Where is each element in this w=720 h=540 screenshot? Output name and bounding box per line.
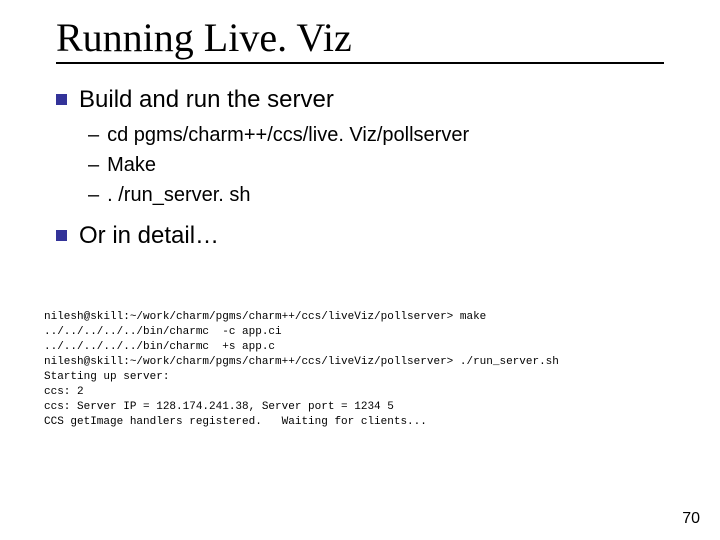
- terminal-line: CCS getImage handlers registered. Waitin…: [44, 416, 427, 428]
- dash-bullet-icon: –: [88, 152, 99, 178]
- title-underline: [56, 62, 664, 64]
- sub-bullet-text: . /run_server. sh: [107, 182, 250, 208]
- bullet-text: Build and run the server: [79, 86, 334, 114]
- bullet-item: Or in detail…: [56, 222, 676, 250]
- square-bullet-icon: [56, 230, 67, 241]
- dash-bullet-icon: –: [88, 182, 99, 208]
- terminal-output: nilesh@skill:~/work/charm/pgms/charm++/c…: [44, 310, 684, 430]
- bullet-text: Or in detail…: [79, 222, 219, 250]
- terminal-line: ../../../../../bin/charmc +s app.c: [44, 341, 275, 353]
- slide: Running Live. Viz Build and run the serv…: [0, 0, 720, 540]
- terminal-line: nilesh@skill:~/work/charm/pgms/charm++/c…: [44, 311, 486, 323]
- sub-bullet-item: – Make: [88, 152, 676, 178]
- sub-list: – cd pgms/charm++/ccs/live. Viz/pollserv…: [88, 122, 676, 208]
- terminal-line: ccs: Server IP = 128.174.241.38, Server …: [44, 401, 394, 413]
- square-bullet-icon: [56, 94, 67, 105]
- sub-bullet-text: Make: [107, 152, 156, 178]
- slide-body: Build and run the server – cd pgms/charm…: [56, 80, 676, 256]
- terminal-line: Starting up server:: [44, 371, 169, 383]
- slide-title: Running Live. Viz: [56, 14, 352, 61]
- sub-bullet-item: – cd pgms/charm++/ccs/live. Viz/pollserv…: [88, 122, 676, 148]
- page-number: 70: [682, 510, 700, 528]
- sub-bullet-text: cd pgms/charm++/ccs/live. Viz/pollserver: [107, 122, 469, 148]
- bullet-item: Build and run the server: [56, 86, 676, 114]
- terminal-line: ccs: 2: [44, 386, 84, 398]
- terminal-line: ../../../../../bin/charmc -c app.ci: [44, 326, 282, 338]
- terminal-line: nilesh@skill:~/work/charm/pgms/charm++/c…: [44, 356, 559, 368]
- sub-bullet-item: – . /run_server. sh: [88, 182, 676, 208]
- dash-bullet-icon: –: [88, 122, 99, 148]
